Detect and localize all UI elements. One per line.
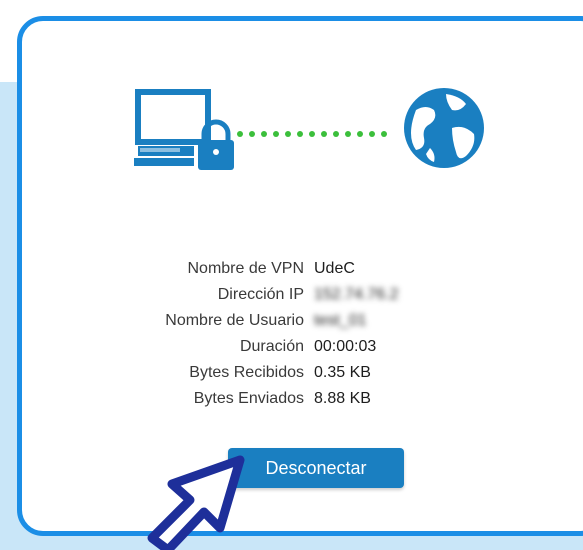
vpn-name-label: Nombre de VPN	[187, 260, 305, 277]
arrow-pointer-icon	[147, 455, 245, 550]
bytes-received-label: Bytes Recibidos	[189, 364, 304, 381]
ip-address-value: 152.74.76.2	[314, 286, 399, 303]
username-label: Nombre de Usuario	[165, 312, 304, 329]
duration-label: Duración	[239, 338, 304, 355]
bytes-sent-value: 8.88 KB	[314, 390, 371, 407]
username-value: test_01	[314, 312, 367, 329]
vpn-name-value: UdeC	[314, 260, 355, 277]
duration-value: 00:00:03	[314, 338, 377, 355]
connection-illustration	[134, 88, 484, 170]
computer-lock-icon	[134, 89, 234, 170]
bytes-sent-label: Bytes Enviados	[193, 390, 304, 407]
bytes-received-value: 0.35 KB	[314, 364, 371, 381]
dotted-connection-line	[237, 131, 387, 137]
vpn-info-list: Nombre de VPN UdeC Dirección IP 152.74.7…	[130, 258, 399, 410]
disconnect-button[interactable]: Desconectar	[228, 448, 404, 488]
ip-address-label: Dirección IP	[217, 286, 304, 303]
globe-icon	[404, 88, 484, 168]
